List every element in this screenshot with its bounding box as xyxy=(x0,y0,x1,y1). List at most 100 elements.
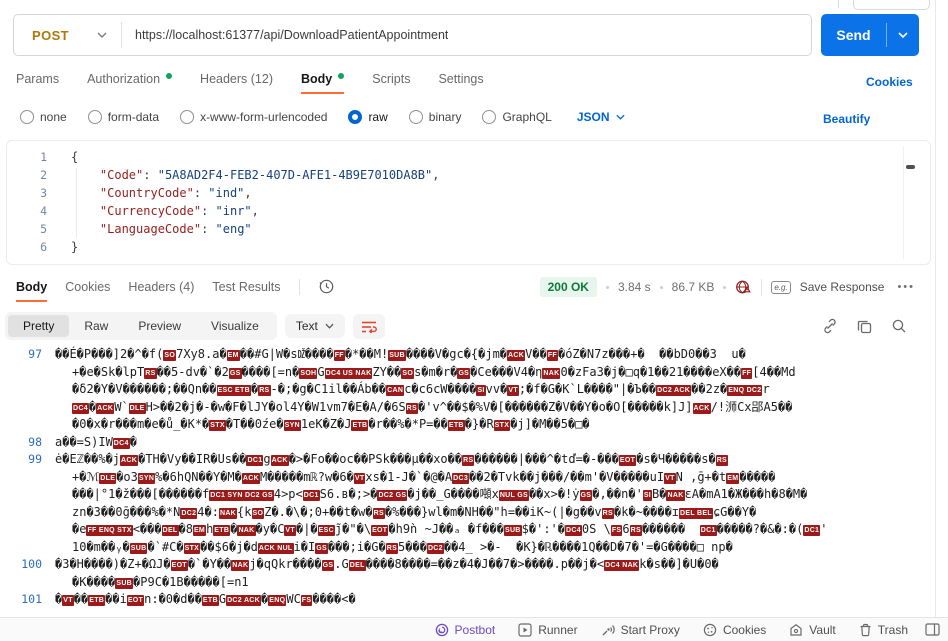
copy-icon[interactable] xyxy=(857,319,872,334)
footer-runner-button[interactable]: Runner xyxy=(518,623,577,637)
response-action-icons xyxy=(822,318,931,334)
radio-icon[interactable] xyxy=(20,110,34,124)
code-line: 4 "CurrencyCode": "inr", xyxy=(7,202,930,220)
line-number xyxy=(0,469,42,487)
response-tabs: Body Cookies Headers (4) Test Results xyxy=(16,278,335,295)
line-number: 3 xyxy=(7,184,47,202)
control-char-chip: CAN xyxy=(386,385,404,396)
footer-vault-button[interactable]: Vault xyxy=(789,623,835,637)
cookies-link[interactable]: Cookies xyxy=(866,75,913,89)
line-number xyxy=(0,364,42,382)
control-char-chip: ETB xyxy=(213,525,230,536)
method-selector[interactable]: POST xyxy=(14,28,69,43)
request-tab-authorization[interactable]: Authorization xyxy=(87,72,172,86)
line-number xyxy=(0,416,42,434)
response-format-select[interactable]: Text xyxy=(285,314,345,338)
request-tab-settings[interactable]: Settings xyxy=(438,72,483,86)
body-mode-x-www-form-urlencoded[interactable]: x-www-form-urlencoded xyxy=(180,110,327,124)
request-tab-params[interactable]: Params xyxy=(16,72,59,86)
control-char-chip: ACK xyxy=(693,403,711,414)
tab-label: Cookies xyxy=(65,280,110,294)
save-response-button[interactable]: Save Response xyxy=(800,280,885,294)
control-char-chip: RS xyxy=(258,385,270,396)
response-tab-headers-4[interactable]: Headers (4) xyxy=(128,280,194,294)
request-tab-body[interactable]: Body xyxy=(301,72,344,86)
control-char-chip: SI xyxy=(476,385,485,396)
code-text: } xyxy=(47,238,78,256)
mode-label: form-data xyxy=(108,110,159,124)
view-tab-raw[interactable]: Raw xyxy=(69,315,123,337)
radio-icon[interactable] xyxy=(180,110,194,124)
send-button-label[interactable]: Send xyxy=(821,14,886,56)
control-char-chip: NAK xyxy=(231,560,249,571)
more-options-icon[interactable]: ••• xyxy=(897,281,915,293)
response-body[interactable]: 97��É�P���]2�^�f(SO7Xy8.a�EM��#G|W�sǄ���… xyxy=(0,346,934,617)
history-icon[interactable] xyxy=(318,278,335,295)
response-time: 3.84 s xyxy=(618,280,651,294)
send-button[interactable]: Send xyxy=(821,14,919,56)
body-language-select[interactable]: JSON xyxy=(577,110,625,124)
control-char-chip: ETB xyxy=(448,420,465,431)
body-mode-graphql[interactable]: GraphQL xyxy=(482,110,551,124)
body-mode-form-data[interactable]: form-data xyxy=(88,110,159,124)
footer-postbot-button[interactable]: Postbot xyxy=(435,623,496,637)
control-char-chip: ACK NUL xyxy=(258,543,294,554)
tab-label: Params xyxy=(16,72,59,86)
response-line: 100�3�H����)�Z+�ΩJ�EOT�`�Y��NAKj�qQkr���… xyxy=(0,556,934,574)
tab-label: Body xyxy=(16,280,47,294)
beautify-button[interactable]: Beautify xyxy=(823,112,870,126)
control-char-chip: SO xyxy=(401,368,414,379)
response-tab-cookies[interactable]: Cookies xyxy=(65,280,110,294)
wrap-lines-button[interactable] xyxy=(353,314,385,339)
control-char-chip: SYN xyxy=(284,420,301,431)
control-char-chip: VT xyxy=(354,473,366,484)
radio-icon[interactable] xyxy=(88,110,102,124)
response-tab-test-results[interactable]: Test Results xyxy=(212,280,280,294)
code-line: 1{ xyxy=(7,148,930,166)
line-number xyxy=(0,539,42,557)
editor-scrollbar-thumb[interactable] xyxy=(906,165,915,169)
radio-icon[interactable] xyxy=(409,110,423,124)
footer-cookies-button[interactable]: Cookies xyxy=(703,623,766,637)
control-char-chip: ESC xyxy=(318,525,335,536)
chevron-down-icon[interactable] xyxy=(97,32,107,38)
footer-trash-button[interactable]: Trash xyxy=(859,623,908,637)
control-char-chip: SUB xyxy=(388,350,406,361)
line-number xyxy=(0,381,42,399)
search-icon[interactable] xyxy=(891,318,907,334)
control-char-chip: DC1 xyxy=(303,490,320,501)
separator-dot xyxy=(660,286,663,289)
response-tab-body[interactable]: Body xyxy=(16,280,47,294)
footer-item-label: Trash xyxy=(878,623,908,637)
view-tab-visualize[interactable]: Visualize xyxy=(196,315,274,337)
link-icon[interactable] xyxy=(822,318,838,334)
footer-start-proxy-button[interactable]: Start Proxy xyxy=(601,623,680,637)
control-char-chip: EOT xyxy=(619,455,636,466)
send-options-chevron-icon[interactable] xyxy=(887,14,919,56)
divider xyxy=(299,279,300,295)
control-char-chip: DC4 xyxy=(113,438,130,449)
vault-icon xyxy=(789,623,803,637)
url-input[interactable]: https://localhost:61377/api/DownloadPati… xyxy=(122,28,448,42)
control-char-chip: SI xyxy=(643,490,652,501)
editor-scrollbar[interactable] xyxy=(903,146,917,259)
control-char-chip: DC2 GS xyxy=(377,490,407,501)
view-tab-preview[interactable]: Preview xyxy=(123,315,196,337)
control-char-chip: NAK xyxy=(542,368,560,379)
line-number xyxy=(0,574,42,592)
control-char-chip: VT xyxy=(62,595,74,606)
request-body-editor[interactable]: 1{2 "Code": "5A8AD2F4-FEB2-407D-AFE1-4B9… xyxy=(6,140,931,265)
panel-layout-icon[interactable] xyxy=(925,623,940,636)
network-warning-icon[interactable] xyxy=(735,279,752,295)
request-tab-headers-12[interactable]: Headers (12) xyxy=(200,72,273,86)
body-mode-binary[interactable]: binary xyxy=(409,110,462,124)
request-tab-scripts[interactable]: Scripts xyxy=(372,72,410,86)
body-mode-raw[interactable]: raw xyxy=(348,110,387,124)
view-tab-pretty[interactable]: Pretty xyxy=(8,315,69,337)
control-char-chip: ACK xyxy=(507,350,525,361)
response-line-text: +�ℳDLE�o3SYN%�6hQN��Y�M�ACKM�����mℝ?w�6�… xyxy=(42,469,775,487)
response-line: zn�3��0ḡ���%�*NDC24�:NAK{kSOZ�.�\�;0+��t… xyxy=(0,504,934,522)
body-mode-none[interactable]: none xyxy=(20,110,67,124)
radio-icon[interactable] xyxy=(348,110,362,124)
radio-icon[interactable] xyxy=(482,110,496,124)
